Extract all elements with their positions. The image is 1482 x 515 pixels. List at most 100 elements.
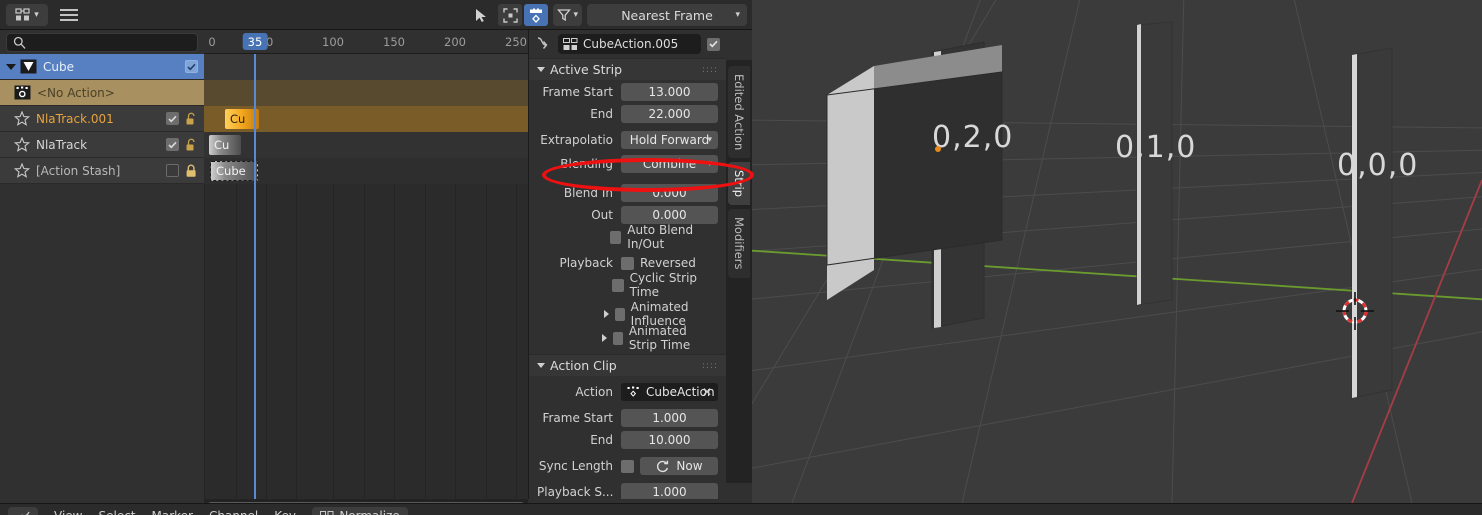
field-label: Frame Start bbox=[542, 411, 613, 425]
channel-row-action-stash[interactable]: [Action Stash] bbox=[0, 158, 204, 184]
plane-3 bbox=[1351, 47, 1393, 399]
clip-frame-end-input[interactable]: 10.000 bbox=[621, 431, 718, 449]
panel-header-active-strip[interactable]: Active Strip :::: bbox=[529, 58, 726, 80]
tab-strip[interactable]: Strip bbox=[728, 162, 750, 206]
hamburger-menu-icon bbox=[60, 8, 78, 21]
channel-row-no-action[interactable]: <No Action> bbox=[0, 80, 204, 106]
select-box-icon[interactable] bbox=[498, 4, 523, 26]
playback-scale-input[interactable]: 1.000 bbox=[621, 483, 718, 499]
menu-select[interactable]: Select bbox=[98, 509, 135, 515]
ruler-tick: 200 bbox=[444, 35, 466, 49]
playhead-line[interactable] bbox=[254, 54, 256, 499]
edited-action-checkbox[interactable] bbox=[707, 37, 720, 51]
animated-strip-time-checkbox[interactable] bbox=[613, 331, 623, 345]
funnel-filter-icon bbox=[557, 9, 572, 22]
editor-type-selector[interactable]: ▾ bbox=[6, 3, 48, 26]
track-mute-checkbox[interactable] bbox=[166, 112, 179, 125]
search-field[interactable] bbox=[6, 32, 198, 52]
animated-strip-time-toggle[interactable]: Animated Strip Time bbox=[602, 324, 718, 352]
field-extrapolation: Extrapolatio Hold Forward ▾ bbox=[529, 130, 726, 150]
cyclic-toggle[interactable]: Cyclic Strip Time bbox=[612, 271, 718, 299]
sync-length-checkbox[interactable] bbox=[621, 459, 634, 473]
channel-label: NlaTrack bbox=[36, 137, 88, 152]
field-label: Frame Start bbox=[542, 85, 613, 99]
panel-header-action-clip[interactable]: Action Clip :::: bbox=[529, 354, 726, 376]
x-close-icon[interactable]: ✕ bbox=[702, 385, 712, 399]
editor-type-icon[interactable] bbox=[8, 506, 38, 515]
snap-mode-dropdown[interactable]: Nearest Frame ▾ bbox=[587, 4, 747, 26]
unlock-icon[interactable] bbox=[185, 138, 198, 152]
panel-drag-dots-icon[interactable]: :::: bbox=[702, 65, 718, 75]
menu-view[interactable]: View bbox=[54, 509, 82, 515]
field-label: End bbox=[590, 107, 613, 121]
nla-strip-stashed[interactable]: Cube bbox=[210, 161, 258, 181]
blend-in-input[interactable]: 0.000 bbox=[621, 184, 718, 202]
animated-strip-time-label: Animated Strip Time bbox=[628, 324, 691, 352]
frame-end-input[interactable]: 22.000 bbox=[621, 105, 718, 123]
strip-control-icon[interactable] bbox=[524, 4, 549, 26]
channel-row-nlatrack[interactable]: NlaTrack bbox=[0, 132, 204, 158]
reversed-toggle[interactable]: Reversed bbox=[621, 256, 696, 270]
blending-dropdown[interactable]: Combine ▾ bbox=[621, 155, 718, 173]
track-band-object bbox=[204, 54, 528, 80]
field-cyclic-strip-time: Cyclic Strip Time bbox=[529, 271, 726, 299]
cyclic-checkbox[interactable] bbox=[612, 278, 624, 292]
animated-influence-checkbox[interactable] bbox=[614, 307, 625, 321]
object-icon bbox=[20, 59, 37, 74]
field-label: End bbox=[590, 433, 613, 447]
tab-modifiers[interactable]: Modifiers bbox=[728, 209, 750, 278]
3d-viewport[interactable]: 0,2,0 0,1,0 0,0,0 bbox=[752, 0, 1482, 503]
playhead-frame-indicator[interactable]: 35 bbox=[242, 33, 268, 50]
blend-out-input[interactable]: 0.000 bbox=[621, 206, 718, 224]
expand-triangle-icon[interactable] bbox=[6, 63, 16, 70]
editor-menu-button[interactable] bbox=[56, 4, 82, 26]
channel-row-object[interactable]: Cube bbox=[0, 54, 204, 80]
nla-editor-header: ▾ ▾ Nearest Frame ▾ bbox=[0, 0, 752, 30]
edited-action-field[interactable]: CubeAction.005 bbox=[558, 34, 701, 54]
search-input[interactable] bbox=[31, 35, 181, 49]
nla-editor: ▾ ▾ Nearest Frame ▾ Cube <No Action> Nla… bbox=[0, 0, 754, 515]
unlock-icon[interactable] bbox=[185, 112, 198, 126]
nla-strip[interactable]: Cu bbox=[209, 135, 241, 155]
ruler-tick: 150 bbox=[383, 35, 405, 49]
field-sync-length: Sync Length Now bbox=[529, 456, 726, 476]
menu-marker[interactable]: Marker bbox=[152, 509, 193, 515]
tab-edited-action[interactable]: Edited Action bbox=[728, 66, 750, 159]
auto-blend-checkbox[interactable] bbox=[610, 230, 622, 244]
auto-blend-label: Auto Blend In/Out bbox=[627, 223, 694, 251]
channel-row-nlatrack-001[interactable]: NlaTrack.001 bbox=[0, 106, 204, 132]
panel-drag-dots-icon[interactable]: :::: bbox=[702, 361, 718, 371]
field-label: Action bbox=[575, 385, 613, 399]
lock-icon[interactable] bbox=[185, 164, 198, 178]
channel-enable-checkbox[interactable] bbox=[185, 60, 198, 73]
action-selector[interactable]: CubeAction ✕ bbox=[621, 383, 718, 401]
expand-triangle-icon[interactable] bbox=[603, 310, 609, 318]
field-auto-blend: Auto Blend In/Out bbox=[529, 223, 726, 251]
bottom-editor-bar: View Select Marker Channel Key Normalize bbox=[0, 503, 1482, 515]
chevron-down-icon: ▾ bbox=[707, 159, 712, 169]
normalize-button[interactable]: Normalize bbox=[312, 506, 409, 515]
reversed-checkbox[interactable] bbox=[621, 256, 634, 270]
channel-label: [Action Stash] bbox=[36, 163, 121, 178]
nla-strip-area[interactable]: 0 50 100 150 200 250 bbox=[204, 30, 528, 499]
nla-header-tools: ▾ Nearest Frame ▾ bbox=[469, 0, 752, 30]
field-clip-frame-end: End 10.000 bbox=[529, 430, 726, 450]
track-mute-checkbox[interactable] bbox=[166, 164, 179, 177]
frame-start-input[interactable]: 13.000 bbox=[621, 83, 718, 101]
star-icon bbox=[14, 163, 30, 178]
extrapolation-value: Hold Forward bbox=[629, 133, 710, 147]
extrapolation-dropdown[interactable]: Hold Forward ▾ bbox=[621, 131, 718, 149]
track-mute-checkbox[interactable] bbox=[166, 138, 179, 151]
menu-channel[interactable]: Channel bbox=[209, 509, 258, 515]
nla-editor-icon bbox=[15, 7, 30, 20]
strip-mode-group bbox=[498, 4, 549, 26]
blending-value: Combine bbox=[642, 157, 697, 171]
filter-button[interactable]: ▾ bbox=[553, 4, 582, 26]
auto-blend-toggle[interactable]: Auto Blend In/Out bbox=[610, 223, 718, 251]
field-blend-in: Blend In 0.000 bbox=[529, 183, 726, 203]
menu-key[interactable]: Key bbox=[274, 509, 296, 515]
cursor-tool-icon[interactable] bbox=[469, 4, 493, 26]
clip-frame-start-input[interactable]: 1.000 bbox=[621, 409, 718, 427]
expand-triangle-icon[interactable] bbox=[602, 334, 608, 342]
sync-now-button[interactable]: Now bbox=[640, 457, 718, 475]
